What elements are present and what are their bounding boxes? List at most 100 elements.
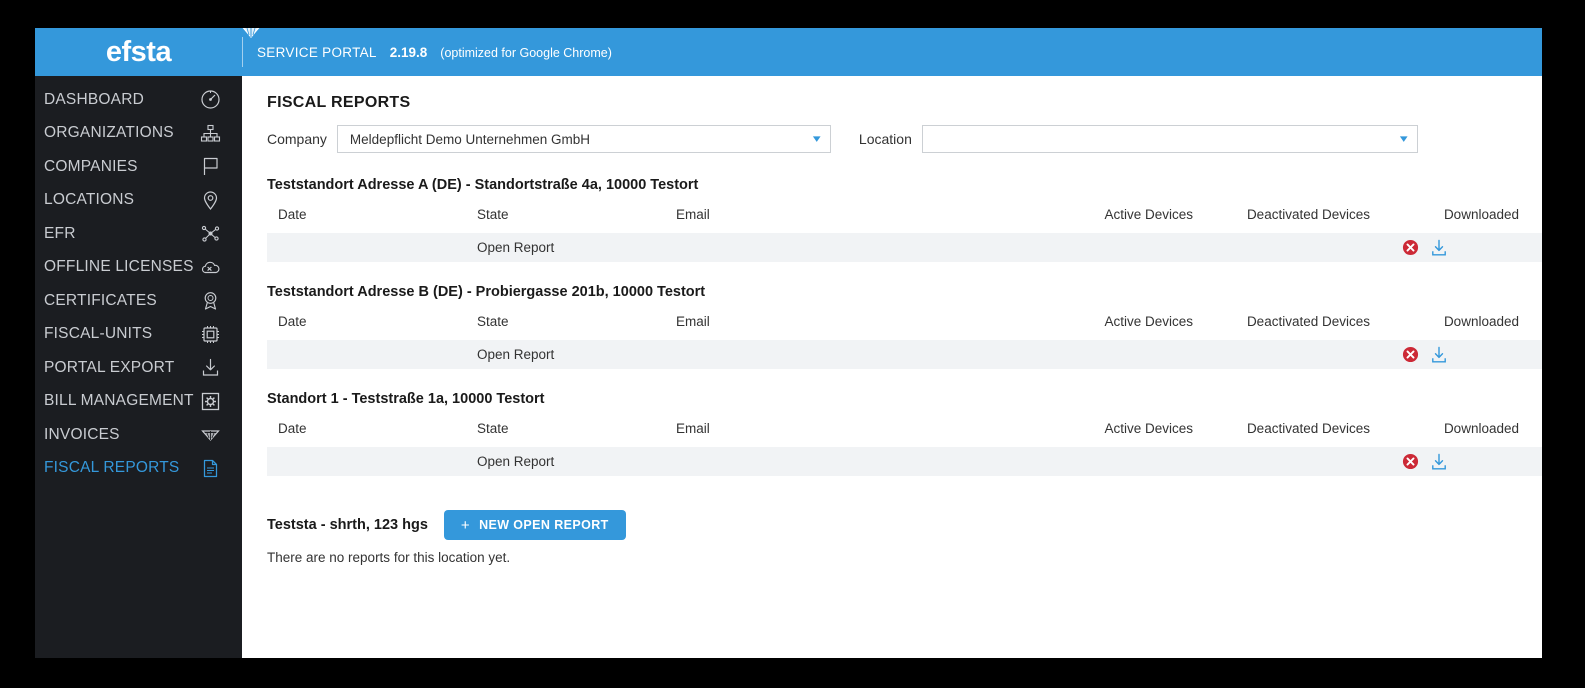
sidebar-item-organizations[interactable]: ORGANIZATIONS — [35, 117, 242, 151]
sidebar-item-efr[interactable]: EFR — [35, 217, 242, 251]
network-nodes-icon — [199, 223, 221, 245]
download-icon[interactable] — [1430, 346, 1448, 364]
location-section-title: Teststa - shrth, 123 hgs — [267, 517, 428, 533]
column-header-downloaded: Downloaded — [1443, 421, 1519, 436]
location-section: Teststandort Adresse A (DE) - Standortst… — [267, 177, 1542, 262]
table-header-row: Date State Email Active Devices Deactiva… — [267, 207, 1542, 233]
sidebar-item-label: EFR — [44, 224, 76, 242]
table-header-row: Date State Email Active Devices Deactiva… — [267, 314, 1542, 340]
service-portal-app: efsta SERVICE PORTAL 2.19.8 (optimized f… — [35, 28, 1542, 658]
reports-table: Date State Email Active Devices Deactiva… — [267, 314, 1542, 369]
cell-state: Open Report — [477, 347, 555, 362]
sidebar-item-bill-management[interactable]: BILL MANAGEMENT — [35, 385, 242, 419]
brand-name: efsta — [105, 35, 172, 68]
portal-label: SERVICE PORTAL — [257, 44, 377, 60]
sidebar-nav: DASHBOARD ORGANIZATIONS COMPANIES LOCATI… — [35, 76, 242, 658]
table-row[interactable]: Open Report — [267, 340, 1542, 369]
cloud-off-icon — [199, 256, 221, 278]
company-select[interactable]: Meldepflicht Demo Unternehmen GmbH ▾ — [336, 125, 831, 153]
column-header-date: Date — [278, 207, 307, 222]
document-icon — [199, 457, 221, 479]
sidebar-item-fiscal-reports[interactable]: FISCAL REPORTS — [35, 452, 242, 486]
map-pin-icon — [199, 189, 221, 211]
chevron-down-icon: ▾ — [813, 132, 822, 145]
download-icon[interactable] — [1430, 453, 1448, 471]
location-section-title: Teststandort Adresse B (DE) - Probiergas… — [267, 284, 706, 300]
column-header-email: Email — [676, 314, 710, 329]
column-header-deactivated-devices: Deactivated Devices — [1246, 421, 1370, 436]
sidebar-item-label: INVOICES — [44, 425, 120, 443]
column-header-email: Email — [676, 421, 710, 436]
location-section-title: Teststandort Adresse A (DE) - Standortst… — [267, 177, 699, 193]
column-header-active-devices: Active Devices — [1104, 421, 1193, 436]
sidebar-item-portal-export[interactable]: PORTAL EXPORT — [35, 351, 242, 385]
column-header-state: State — [477, 207, 509, 222]
reports-table: Date State Email Active Devices Deactiva… — [267, 207, 1542, 262]
app-header: efsta SERVICE PORTAL 2.19.8 (optimized f… — [35, 28, 1542, 76]
sidebar-item-fiscal-units[interactable]: FISCAL-UNITS — [35, 318, 242, 352]
column-header-downloaded: Downloaded — [1443, 314, 1519, 329]
red-x-circle-icon — [1402, 239, 1419, 256]
version-label: 2.19.8 — [389, 44, 428, 60]
cell-downloaded — [1370, 346, 1530, 364]
sidebar-item-label: FISCAL-UNITS — [44, 325, 153, 343]
company-select-value: Meldepflicht Demo Unternehmen GmbH — [349, 131, 591, 147]
location-section: Standort 1 - Teststraße 1a, 10000 Testor… — [267, 391, 1542, 476]
location-section-title: Standort 1 - Teststraße 1a, 10000 Testor… — [267, 391, 545, 407]
sidebar-item-label: DASHBOARD — [44, 90, 144, 108]
sidebar-item-label: OFFLINE LICENSES — [44, 258, 194, 276]
new-open-report-label: NEW OPEN REPORT — [479, 518, 609, 532]
chip-icon — [199, 323, 221, 345]
table-header-row: Date State Email Active Devices Deactiva… — [267, 421, 1542, 447]
sidebar-item-label: LOCATIONS — [44, 191, 135, 209]
org-chart-icon — [199, 122, 221, 144]
table-row[interactable]: Open Report — [267, 233, 1542, 262]
plus-icon: + — [460, 516, 471, 534]
sidebar-item-dashboard[interactable]: DASHBOARD — [35, 83, 242, 117]
sidebar-item-label: FISCAL REPORTS — [44, 459, 180, 477]
column-header-active-devices: Active Devices — [1104, 207, 1193, 222]
sidebar-item-label: CERTIFICATES — [44, 291, 157, 309]
column-header-state: State — [477, 421, 509, 436]
award-rosette-icon — [199, 290, 221, 312]
gauge-icon — [199, 89, 221, 111]
empty-location-section: Teststa - shrth, 123 hgs + NEW OPEN REPO… — [267, 510, 1542, 540]
sidebar-item-companies[interactable]: COMPANIES — [35, 150, 242, 184]
cell-downloaded — [1370, 239, 1530, 257]
reports-table: Date State Email Active Devices Deactiva… — [267, 421, 1542, 476]
column-header-date: Date — [278, 421, 307, 436]
column-header-downloaded: Downloaded — [1443, 207, 1519, 222]
download-icon[interactable] — [1430, 239, 1448, 257]
brand-logo[interactable]: efsta — [35, 28, 260, 76]
sidebar-item-offline-licenses[interactable]: OFFLINE LICENSES — [35, 251, 242, 285]
browser-note: (optimized for Google Chrome) — [440, 45, 612, 60]
download-tray-icon — [199, 357, 221, 379]
cell-downloaded — [1370, 453, 1530, 471]
empty-state-message: There are no reports for this location y… — [267, 550, 511, 565]
chevron-down-icon: ▾ — [1400, 132, 1408, 145]
sidebar-item-invoices[interactable]: INVOICES — [35, 418, 242, 452]
cell-state: Open Report — [477, 454, 555, 469]
sidebar-item-certificates[interactable]: CERTIFICATES — [35, 284, 242, 318]
filter-bar: Company Meldepflicht Demo Unternehmen Gm… — [267, 125, 1542, 153]
location-section: Teststandort Adresse B (DE) - Probiergas… — [267, 284, 1542, 369]
red-x-circle-icon — [1402, 453, 1419, 470]
efsta-mark-icon — [199, 424, 221, 446]
efsta-logo-mark-icon — [240, 28, 262, 39]
company-filter-label: Company — [267, 131, 327, 147]
column-header-deactivated-devices: Deactivated Devices — [1246, 314, 1370, 329]
red-x-circle-icon — [1402, 346, 1419, 363]
page-title: FISCAL REPORTS — [267, 94, 411, 111]
flag-icon — [199, 156, 221, 178]
column-header-email: Email — [676, 207, 710, 222]
column-header-deactivated-devices: Deactivated Devices — [1246, 207, 1370, 222]
location-filter-label: Location — [858, 131, 912, 147]
new-open-report-button[interactable]: + NEW OPEN REPORT — [443, 510, 626, 540]
sidebar-item-locations[interactable]: LOCATIONS — [35, 184, 242, 218]
gear-box-icon — [199, 390, 221, 412]
sidebar-item-label: COMPANIES — [44, 157, 138, 175]
sidebar-item-label: PORTAL EXPORT — [44, 358, 175, 376]
column-header-active-devices: Active Devices — [1104, 314, 1193, 329]
location-select[interactable]: ▾ — [921, 125, 1418, 153]
table-row[interactable]: Open Report — [267, 447, 1542, 476]
